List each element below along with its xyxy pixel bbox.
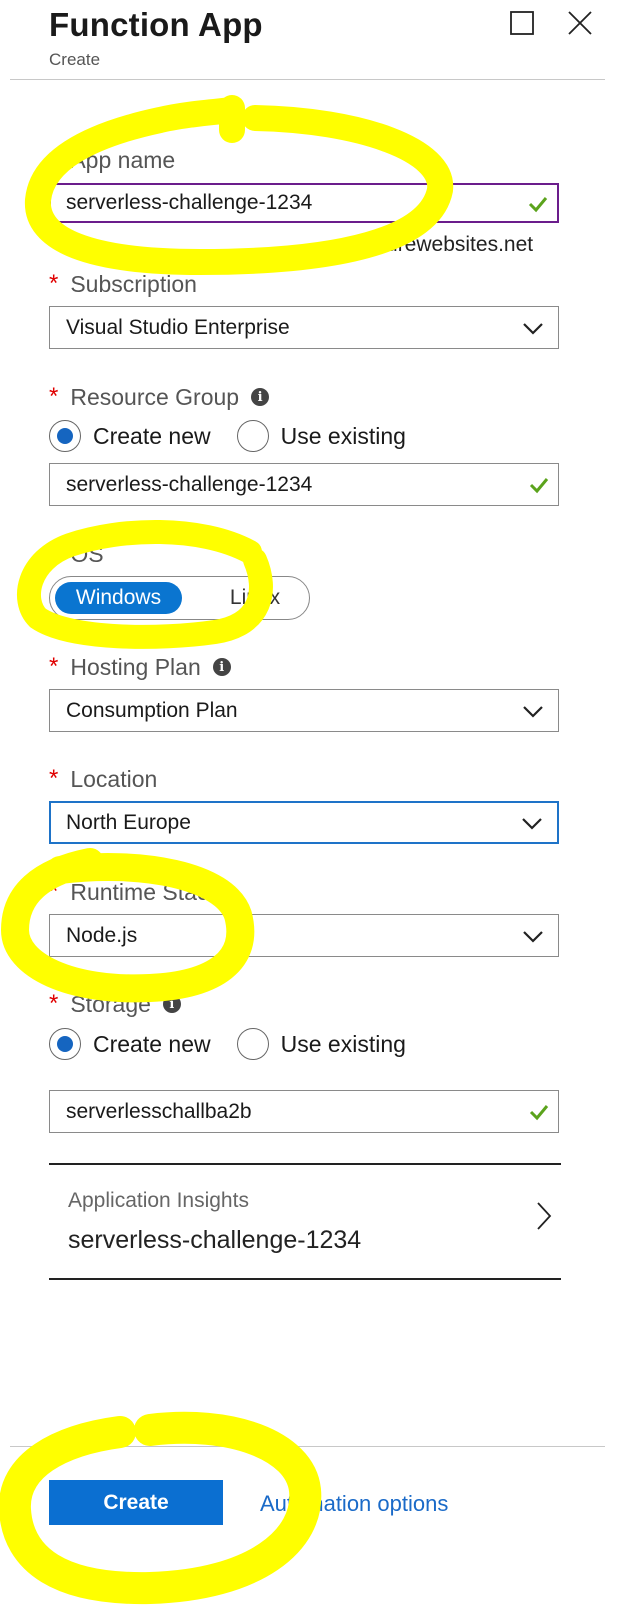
runtime-stack-label-text: Runtime Stack — [70, 878, 220, 905]
storage-use-existing-radio[interactable] — [236, 1028, 269, 1060]
domain-suffix: .azurewebsites.net — [358, 233, 534, 256]
app-name-value: serverless-challenge-1234 — [66, 191, 313, 214]
valid-check-icon — [528, 197, 548, 213]
hosting-plan-label: * Hosting Plan i — [49, 653, 231, 681]
location-value: North Europe — [66, 810, 191, 834]
app-insights-row[interactable]: Application Insights serverless-challeng… — [49, 1163, 561, 1280]
header-divider — [10, 79, 605, 80]
subscription-label-text: Subscription — [70, 270, 197, 297]
os-linux-option[interactable]: Linux — [200, 582, 310, 614]
required-marker: * — [49, 383, 59, 410]
required-marker: * — [49, 270, 59, 297]
valid-check-icon — [529, 478, 549, 494]
close-icon[interactable] — [563, 6, 597, 40]
required-marker: * — [49, 540, 59, 567]
os-label-text: OS — [70, 540, 104, 567]
storage-label: * Storage i — [49, 990, 181, 1018]
chevron-down-icon — [523, 931, 543, 943]
required-marker: * — [49, 653, 59, 680]
storage-input[interactable]: serverlesschallba2b — [49, 1090, 559, 1133]
blade-subtitle: Create — [49, 50, 101, 69]
runtime-stack-value: Node.js — [66, 923, 138, 947]
chevron-down-icon — [523, 706, 543, 718]
resource-group-radio-group: Create new Use existing — [49, 420, 406, 452]
os-windows-option[interactable]: Windows — [55, 582, 182, 614]
subscription-label: * Subscription — [49, 270, 197, 298]
app-name-label-text: App name — [70, 146, 176, 173]
subscription-select[interactable]: Visual Studio Enterprise — [49, 306, 559, 349]
location-label-text: Location — [70, 765, 158, 792]
info-icon[interactable]: i — [251, 388, 270, 406]
required-marker: * — [49, 878, 59, 905]
required-marker: * — [49, 765, 59, 792]
location-select[interactable]: North Europe — [49, 801, 559, 844]
maximize-icon[interactable] — [505, 6, 539, 40]
rg-create-new-label: Create new — [93, 422, 211, 449]
hosting-plan-label-text: Hosting Plan — [70, 653, 201, 680]
runtime-stack-label: * Runtime Stack — [49, 878, 220, 906]
hosting-plan-select[interactable]: Consumption Plan — [49, 689, 559, 732]
storage-use-existing-label: Use existing — [280, 1030, 406, 1057]
subscription-value: Visual Studio Enterprise — [66, 315, 290, 339]
storage-value: serverlesschallba2b — [66, 1099, 252, 1123]
rg-use-existing-radio[interactable] — [236, 420, 269, 452]
storage-label-text: Storage — [70, 990, 151, 1017]
hosting-plan-value: Consumption Plan — [66, 698, 238, 722]
storage-radio-group: Create new Use existing — [49, 1028, 406, 1060]
storage-create-new-radio[interactable] — [49, 1028, 81, 1060]
resource-group-label: * Resource Group i — [49, 383, 270, 411]
chevron-down-icon — [523, 323, 543, 335]
os-label: * OS — [49, 540, 104, 568]
automation-options-link[interactable]: Automation options — [260, 1491, 448, 1517]
required-marker: * — [49, 146, 59, 173]
blade-title: Function App — [49, 6, 263, 43]
rg-create-new-radio[interactable] — [49, 420, 81, 452]
location-label: * Location — [49, 765, 157, 793]
required-marker: * — [49, 990, 59, 1017]
storage-create-new-label: Create new — [93, 1030, 211, 1057]
create-button[interactable]: Create — [49, 1480, 223, 1525]
app-insights-label: Application Insights — [68, 1189, 249, 1212]
info-icon[interactable]: i — [162, 995, 181, 1013]
resource-group-input[interactable]: serverless-challenge-1234 — [49, 463, 559, 506]
valid-check-icon — [529, 1105, 549, 1121]
info-icon[interactable]: i — [212, 658, 231, 676]
runtime-stack-select[interactable]: Node.js — [49, 914, 559, 957]
app-name-input[interactable]: serverless-challenge-1234 — [49, 183, 559, 223]
resource-group-label-text: Resource Group — [70, 383, 240, 410]
os-toggle: Windows Linux — [49, 576, 310, 620]
resource-group-value: serverless-challenge-1234 — [66, 472, 313, 496]
chevron-down-icon — [522, 818, 542, 830]
app-insights-value: serverless-challenge-1234 — [68, 1226, 362, 1254]
chevron-right-icon — [537, 1202, 552, 1230]
footer-divider — [10, 1446, 605, 1447]
app-name-label: * App name — [49, 146, 175, 174]
rg-use-existing-label: Use existing — [280, 422, 406, 449]
